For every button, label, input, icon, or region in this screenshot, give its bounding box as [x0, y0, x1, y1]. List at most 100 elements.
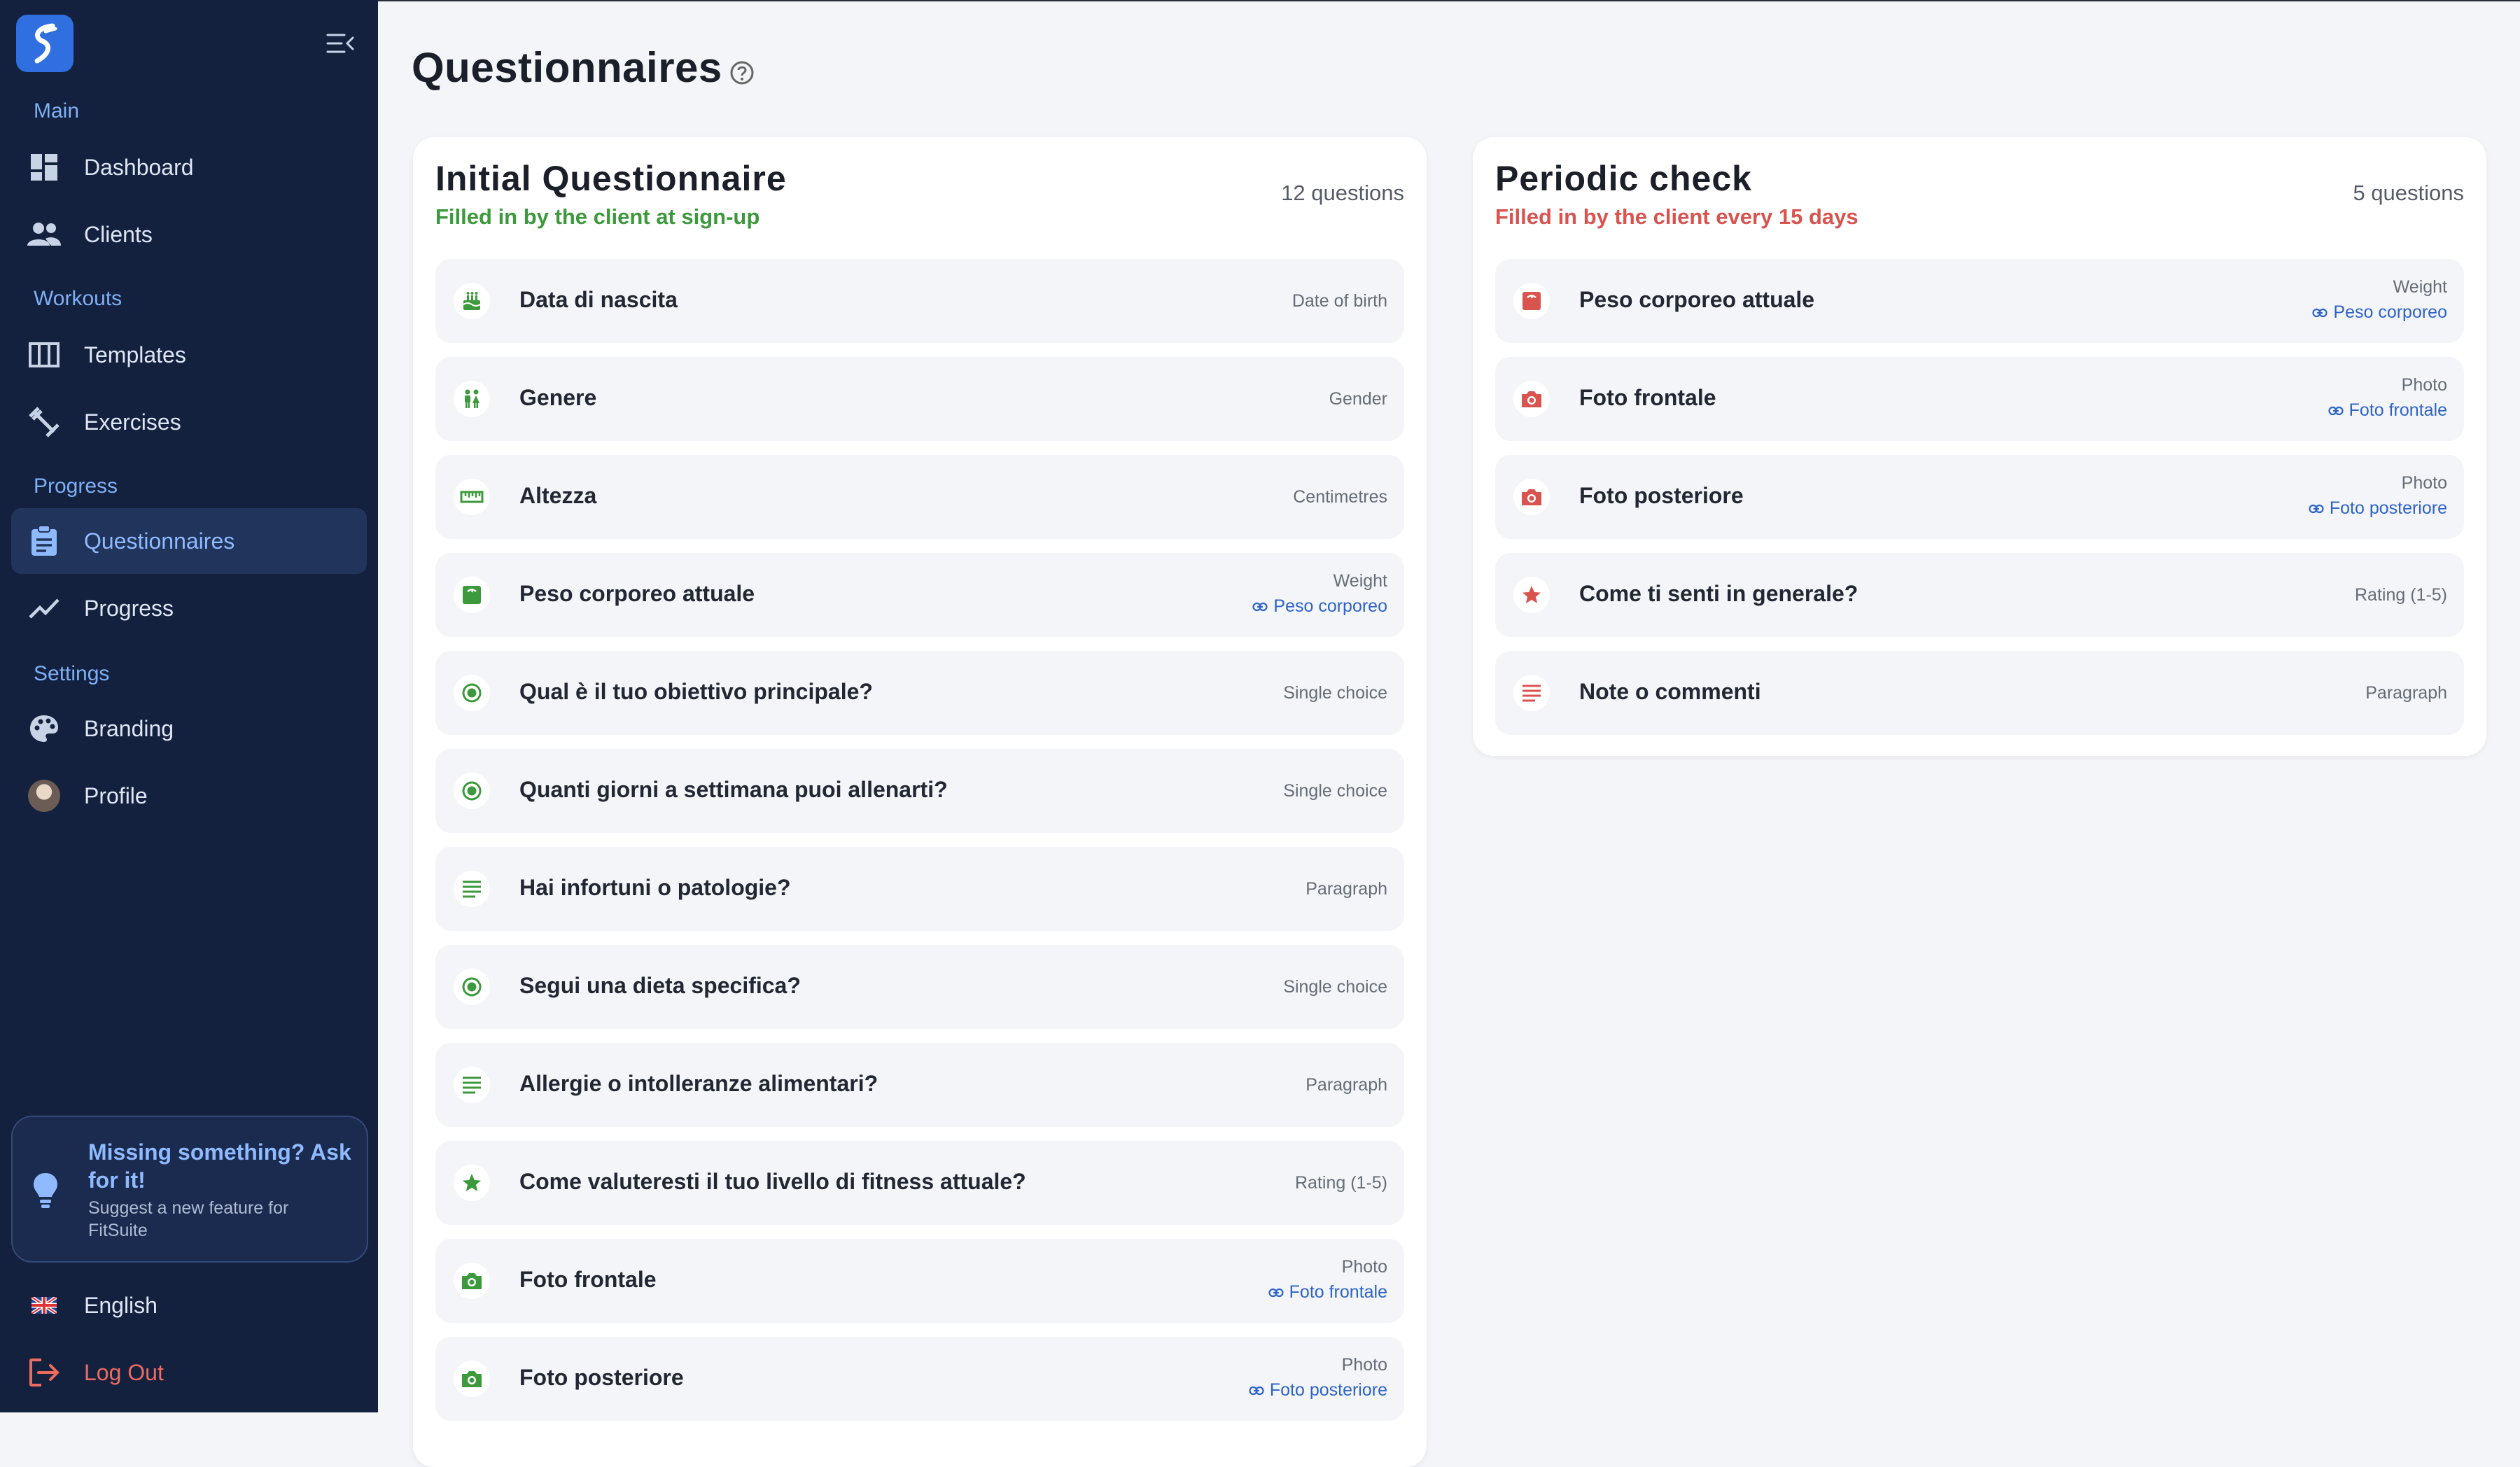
dumbbell-icon [27, 405, 61, 439]
linked-metric-link[interactable]: Peso corporeo [1252, 596, 1387, 617]
question-label: Data di nascita [519, 287, 678, 312]
question-type: Weight [2393, 277, 2447, 297]
question-label: Foto posteriore [519, 1365, 684, 1390]
linked-metric-link[interactable]: Foto posteriore [2309, 498, 2447, 519]
question-row[interactable]: Hai infortuni o patologie? Paragraph [435, 847, 1404, 931]
question-row[interactable]: Data di nascita Date of birth [435, 259, 1404, 343]
question-type: Rating (1-5) [1295, 1173, 1387, 1193]
cake-icon [454, 283, 490, 319]
question-row[interactable]: Segui una dieta specifica? Single choice [435, 945, 1404, 1029]
question-row[interactable]: Foto posteriore Photo Foto posteriore [435, 1337, 1404, 1421]
question-type: Centimetres [1293, 487, 1387, 507]
question-row[interactable]: Come valuteresti il tuo livello di fitne… [435, 1141, 1404, 1225]
question-row[interactable]: Foto frontale Photo Foto frontale [1495, 357, 2464, 441]
question-count: 12 questions [1281, 181, 1404, 205]
paragraph-icon [454, 1067, 490, 1103]
question-label: Foto frontale [1579, 385, 1716, 410]
link-icon [1249, 1386, 1264, 1395]
question-label: Foto posteriore [1579, 483, 1744, 508]
camera-icon [1513, 381, 1550, 417]
language-selector[interactable]: English [11, 1272, 367, 1338]
logout-button[interactable]: Log Out [11, 1340, 367, 1405]
periodic-check-card[interactable]: Periodic check Filled in by the client e… [1473, 137, 2486, 756]
question-row[interactable]: Peso corporeo attuale Weight Peso corporeo [1495, 259, 2464, 343]
question-type: Gender [1329, 389, 1387, 409]
camera-icon [1513, 479, 1550, 515]
question-type: Photo [2401, 473, 2447, 493]
question-row[interactable]: Foto frontale Photo Foto frontale [435, 1239, 1404, 1323]
question-label: Peso corporeo attuale [1579, 287, 1815, 312]
sidebar-item-clients[interactable]: Clients [11, 202, 367, 267]
sidebar-item-label: Profile [84, 782, 148, 808]
clipboard-icon [27, 524, 61, 558]
question-label: Quanti giorni a settimana puoi allenarti… [519, 777, 948, 802]
question-type: Single choice [1283, 977, 1387, 997]
camera-icon [454, 1361, 490, 1397]
sidebar-item-label: Questionnaires [84, 528, 235, 554]
question-row[interactable]: Allergie o intolleranze alimentari? Parag… [435, 1043, 1404, 1127]
linked-metric-label: Peso corporeo [1273, 596, 1387, 616]
question-row[interactable]: Peso corporeo attuale Weight Peso corporeo [435, 553, 1404, 637]
link-icon [1268, 1288, 1284, 1297]
question-type: Weight [1333, 571, 1387, 591]
question-label: Come valuteresti il tuo livello di fitne… [519, 1169, 1026, 1194]
page-title: Questionnaires [412, 44, 722, 91]
question-row[interactable]: Qual è il tuo obiettivo principale? Singl… [435, 651, 1404, 735]
sidebar-item-branding[interactable]: Branding [11, 696, 367, 761]
sidebar-item-label: Branding [84, 715, 174, 741]
initial-questionnaire-card[interactable]: Initial Questionnaire Filled in by the c… [413, 137, 1427, 1467]
question-label: Note o commenti [1579, 679, 1761, 704]
collapse-sidebar-button[interactable] [326, 31, 354, 56]
scale-icon [454, 577, 490, 613]
question-row[interactable]: Altezza Centimetres [435, 455, 1404, 539]
section-workouts: Workouts [34, 287, 122, 310]
linked-metric-link[interactable]: Foto frontale [2328, 400, 2447, 421]
question-type: Single choice [1283, 683, 1387, 703]
linked-metric-link[interactable]: Foto posteriore [1249, 1380, 1387, 1401]
uk-flag-icon [27, 1289, 61, 1322]
question-type: Paragraph [2365, 683, 2447, 703]
star-icon [454, 1165, 490, 1201]
question-row[interactable]: Come ti senti in generale? Rating (1-5) [1495, 553, 2464, 637]
ruler-icon [454, 479, 490, 515]
scale-icon [1513, 283, 1550, 319]
sidebar-item-questionnaires[interactable]: Questionnaires [11, 508, 367, 574]
question-type: Date of birth [1292, 291, 1387, 311]
linked-metric-label: Foto frontale [2348, 400, 2447, 420]
help-icon[interactable] [729, 60, 755, 89]
linked-metric-link[interactable]: Peso corporeo [2312, 302, 2447, 323]
question-row[interactable]: Note o commenti Paragraph [1495, 651, 2464, 735]
columns-icon [27, 338, 61, 372]
sidebar-item-profile[interactable]: Profile [11, 763, 367, 829]
question-label: Altezza [519, 483, 597, 508]
sidebar-item-templates[interactable]: Templates [11, 322, 367, 388]
question-row[interactable]: Quanti giorni a settimana puoi allenarti… [435, 749, 1404, 833]
question-label: Segui una dieta specifica? [519, 973, 801, 998]
logout-icon [27, 1356, 61, 1389]
question-type: Paragraph [1306, 879, 1387, 899]
lightbulb-icon [32, 1172, 59, 1213]
people-icon [27, 218, 61, 251]
sidebar-item-dashboard[interactable]: Dashboard [11, 134, 367, 200]
window-top-border [0, 0, 2520, 1]
question-type: Single choice [1283, 781, 1387, 801]
sidebar-item-progress[interactable]: Progress [11, 575, 367, 641]
linked-metric-link[interactable]: Foto frontale [1268, 1282, 1387, 1303]
sidebar-item-label: Exercises [84, 409, 181, 435]
feature-request-card[interactable]: Missing something? Ask for it! Suggest a… [11, 1116, 368, 1263]
radio-icon [454, 773, 490, 809]
sidebar-item-exercises[interactable]: Exercises [11, 389, 367, 455]
question-row[interactable]: Genere Gender [435, 357, 1404, 441]
card-subtitle: Filled in by the client every 15 days [1495, 204, 1858, 229]
question-row[interactable]: Foto posteriore Photo Foto posteriore [1495, 455, 2464, 539]
avatar [27, 779, 61, 813]
sidebar: Main Dashboard Clients Workouts Template… [0, 0, 378, 1412]
app-logo[interactable] [16, 15, 74, 72]
link-icon [1252, 602, 1268, 611]
question-label: Allergie o intolleranze alimentari? [519, 1071, 878, 1096]
question-type: Photo [1341, 1257, 1387, 1277]
question-label: Foto frontale [519, 1267, 657, 1292]
palette-icon [27, 712, 61, 745]
dashboard-icon [27, 150, 61, 184]
radio-icon [454, 969, 490, 1005]
